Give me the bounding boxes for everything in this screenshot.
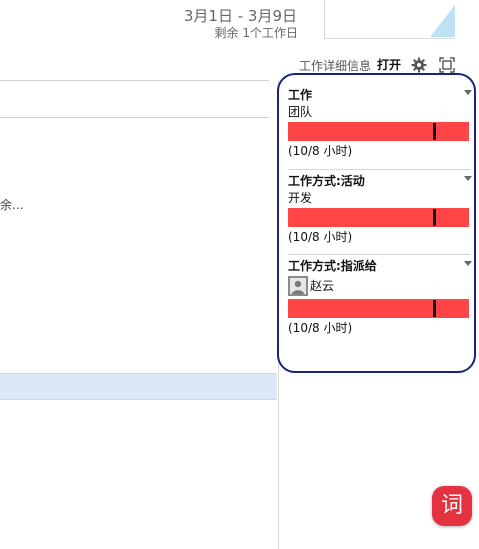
capacity-marker <box>433 209 436 226</box>
burndown-thumbnail[interactable] <box>324 0 455 39</box>
section-item-label: 团队 <box>288 105 313 119</box>
chevron-down-icon[interactable] <box>464 90 472 95</box>
selected-backlog-row[interactable] <box>0 373 277 400</box>
left-rule-second <box>0 117 269 118</box>
dictionary-fab[interactable]: 词 <box>432 486 472 526</box>
section-divider <box>288 254 470 255</box>
capacity-hours: (10/8 小时) <box>288 144 353 158</box>
assignee-name: 赵云 <box>310 279 335 293</box>
burndown-chart-icon <box>430 5 455 37</box>
user-icon <box>288 276 308 296</box>
avatar <box>288 276 308 296</box>
section-title: 工作方式:指派给 <box>288 259 377 273</box>
gear-icon[interactable] <box>411 57 427 73</box>
capacity-hours: (10/8 小时) <box>288 321 353 335</box>
dictionary-icon: 词 <box>440 493 463 518</box>
work-details-title: 工作详细信息 <box>299 59 372 73</box>
capacity-section-activity: 工作方式:活动 开发 (10/8 小时) <box>288 172 472 245</box>
capacity-section-assigned: 工作方式:指派给 赵云 (10/8 小时) <box>288 257 472 336</box>
section-title: 工作 <box>288 88 313 102</box>
capacity-bar <box>288 208 469 227</box>
capacity-bar <box>288 122 469 141</box>
left-rule-top <box>0 80 269 81</box>
capacity-marker <box>433 123 436 140</box>
section-title: 工作方式:活动 <box>288 174 365 188</box>
section-divider <box>288 169 470 170</box>
assignee-row: 赵云 <box>288 275 470 297</box>
expand-icon[interactable] <box>439 57 455 73</box>
pane-divider[interactable] <box>278 80 279 549</box>
work-details-toggle[interactable]: 打开 <box>377 56 401 73</box>
chevron-down-icon[interactable] <box>464 261 472 266</box>
capacity-marker <box>433 300 436 317</box>
section-item-label: 开发 <box>288 191 313 205</box>
chevron-down-icon[interactable] <box>464 176 472 181</box>
capacity-bar <box>288 299 469 318</box>
truncated-item-text: 余... <box>0 198 24 212</box>
sprint-remaining-days: 剩余 1个工作日 <box>214 26 298 40</box>
capacity-section-work: 工作 团队 (10/8 小时) <box>288 86 472 159</box>
capacity-hours: (10/8 小时) <box>288 230 353 244</box>
sprint-date-range: 3月1日 - 3月9日 <box>183 7 297 25</box>
